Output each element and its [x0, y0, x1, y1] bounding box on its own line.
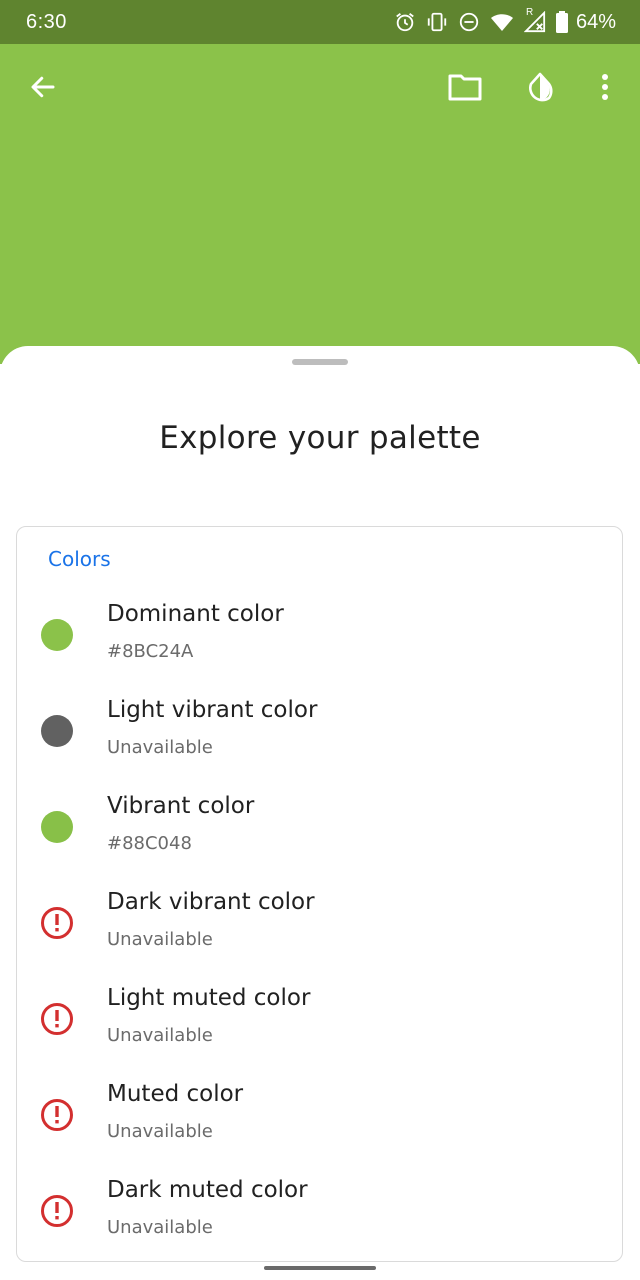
error-icon	[41, 1099, 73, 1131]
battery-percent: 64%	[575, 10, 616, 33]
color-list-item[interactable]: Dominant color #8BC24A	[17, 589, 617, 685]
color-name: Dark muted color	[107, 1177, 308, 1203]
color-name: Light vibrant color	[107, 697, 318, 723]
drag-handle[interactable]	[292, 359, 348, 365]
roaming-tag: R	[525, 7, 534, 18]
color-value: #8BC24A	[107, 641, 194, 662]
status-bar: 6:30 R 64%	[0, 0, 640, 44]
card-title: Colors	[48, 547, 111, 571]
battery-icon	[555, 11, 568, 33]
color-swatch	[41, 715, 73, 747]
color-value: Unavailable	[107, 1217, 213, 1238]
back-button[interactable]	[19, 63, 67, 111]
more-options-button[interactable]	[581, 63, 629, 111]
invert-colors-icon	[529, 72, 553, 102]
error-icon	[41, 1195, 73, 1227]
status-icons: R 64%	[394, 7, 616, 34]
dnd-icon	[458, 11, 480, 33]
color-list-item[interactable]: Muted color Unavailable	[17, 1069, 617, 1165]
color-list-item[interactable]: Vibrant color #88C048	[17, 781, 617, 877]
signal-icon: R	[523, 7, 546, 33]
invert-colors-button[interactable]	[516, 63, 564, 111]
gesture-nav-pill[interactable]	[264, 1266, 376, 1270]
color-swatch	[41, 811, 73, 843]
open-folder-button[interactable]	[441, 63, 489, 111]
color-value: Unavailable	[107, 737, 213, 758]
color-value: #88C048	[107, 833, 192, 854]
color-list-item[interactable]: Dark vibrant color Unavailable	[17, 877, 617, 973]
color-list-item[interactable]: Light vibrant color Unavailable	[17, 685, 617, 781]
error-icon	[41, 1003, 73, 1035]
palette-preview	[0, 44, 640, 364]
color-value: Unavailable	[107, 929, 213, 950]
color-swatch	[41, 619, 73, 651]
palette-bottom-sheet: Explore your palette Colors Dominant col…	[0, 346, 640, 1280]
wifi-icon	[490, 11, 514, 33]
sheet-title: Explore your palette	[159, 420, 481, 456]
status-time: 6:30	[26, 10, 67, 33]
color-name: Muted color	[107, 1081, 244, 1107]
alarm-icon	[394, 11, 416, 33]
folder-icon	[448, 74, 482, 101]
error-icon	[41, 907, 73, 939]
color-value: Unavailable	[107, 1025, 213, 1046]
arrow-back-icon	[31, 76, 55, 98]
color-name: Dark vibrant color	[107, 889, 315, 915]
color-list-item[interactable]: Dark muted color Unavailable	[17, 1165, 617, 1261]
vibrate-icon	[426, 11, 448, 33]
color-name: Light muted color	[107, 985, 311, 1011]
color-name: Dominant color	[107, 601, 284, 627]
more-vert-icon	[602, 74, 608, 100]
color-list-item[interactable]: Light muted color Unavailable	[17, 973, 617, 1069]
colors-card: Colors Dominant color #8BC24A Light vibran…	[16, 526, 623, 1262]
color-value: Unavailable	[107, 1121, 213, 1142]
color-name: Vibrant color	[107, 793, 255, 819]
